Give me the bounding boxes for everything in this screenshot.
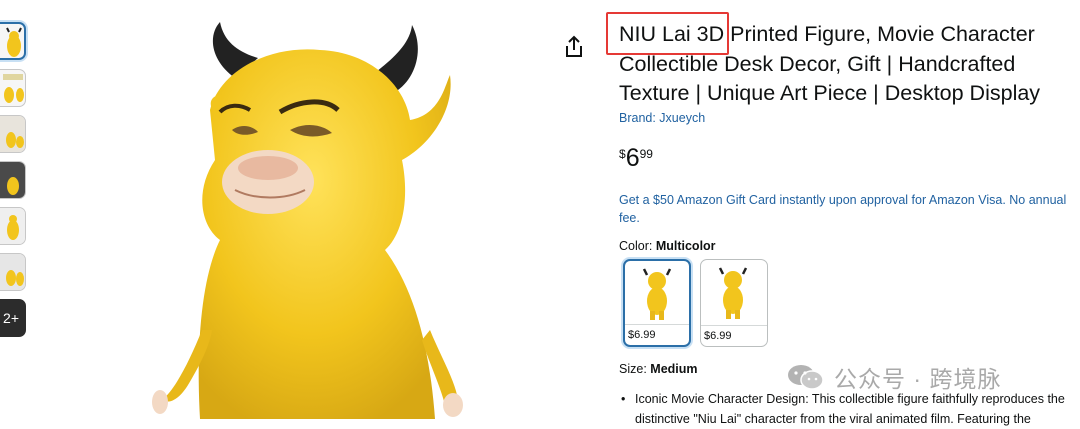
brand-store-link[interactable]: Brand: Jxueych <box>619 111 705 125</box>
feature-bullet-continued: distinctive "Niu Lai" character from the… <box>635 412 1031 426</box>
watermark-text: 公众号 · 跨境脉 <box>834 366 1002 392</box>
thumbnail-4[interactable] <box>0 161 26 199</box>
more-images-button[interactable]: 2+ <box>0 299 26 337</box>
size-selection-label: Size: Medium <box>619 362 698 376</box>
size-value: Medium <box>650 362 698 376</box>
thumbnail-1[interactable] <box>0 22 26 60</box>
feature-bullets: Iconic Movie Character Design: This coll… <box>621 389 1080 429</box>
price-symbol: $ <box>619 147 626 161</box>
color-label: Color: <box>619 239 653 253</box>
price-fraction: 99 <box>639 147 653 161</box>
product-price: $699 <box>619 144 653 173</box>
price-whole: 6 <box>625 144 640 172</box>
swatch-price: $6.99 <box>625 324 689 345</box>
color-swatch-1[interactable]: $6.99 <box>623 259 691 347</box>
swatch-figure-image <box>642 268 672 320</box>
credit-card-promo-link[interactable]: Get a $50 Amazon Gift Card instantly upo… <box>619 191 1080 227</box>
swatch-price: $6.99 <box>701 325 767 346</box>
product-title: NIU Lai 3D Printed Figure, Movie Charact… <box>619 20 1080 109</box>
more-images-count: 2+ <box>3 310 19 326</box>
color-value: Multicolor <box>655 239 716 253</box>
product-title-brand: NIU Lai <box>619 22 691 46</box>
thumbnail-5[interactable] <box>0 207 26 245</box>
watermark: 公众号 · 跨境脉 <box>786 360 1056 394</box>
product-main-image[interactable] <box>140 0 500 419</box>
swatch-figure-image <box>718 267 748 319</box>
wechat-icon <box>788 365 824 390</box>
share-icon[interactable] <box>563 35 585 59</box>
thumbnail-6[interactable] <box>0 253 26 291</box>
color-swatch-2[interactable]: $6.99 <box>700 259 768 347</box>
size-label: Size: <box>619 362 647 376</box>
color-selection-label: Color: Multicolor <box>619 239 716 253</box>
thumbnail-2[interactable] <box>0 69 26 107</box>
thumbnail-3[interactable] <box>0 115 26 153</box>
